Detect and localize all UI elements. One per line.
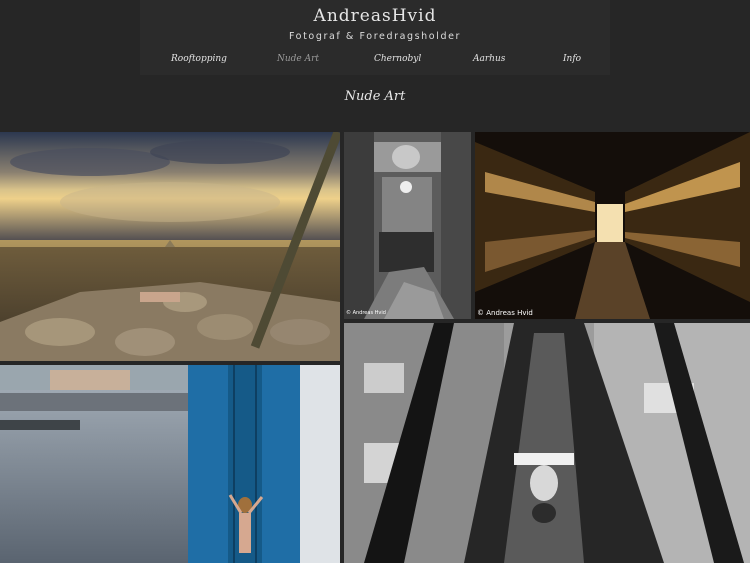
nav-item-info[interactable]: Info xyxy=(563,54,581,64)
photo-watermark: © Andreas Hvid xyxy=(477,309,533,317)
photo-watermark: © Andreas Hvid xyxy=(346,310,386,316)
photo-harbor-crane[interactable] xyxy=(0,365,340,563)
photo-abandoned-building-image xyxy=(344,132,471,319)
site-subtitle: Fotograf & Foredragsholder xyxy=(288,31,462,42)
page-heading: Nude Art xyxy=(344,89,406,104)
photo-crane-top[interactable] xyxy=(344,323,750,563)
photo-gallery: © Andreas Hvid © Andreas Hvid xyxy=(0,132,750,563)
nav-item-nude-art[interactable]: Nude Art xyxy=(277,54,319,64)
photo-crane-top-image xyxy=(344,323,750,563)
photo-pyramid[interactable] xyxy=(0,132,340,361)
photo-tunnel[interactable]: © Andreas Hvid xyxy=(475,132,750,319)
nav-item-chernobyl[interactable]: Chernobyl xyxy=(374,54,421,64)
photo-harbor-crane-image xyxy=(0,365,340,563)
nav-item-aarhus[interactable]: Aarhus xyxy=(473,54,505,64)
photo-pyramid-image xyxy=(0,132,340,361)
photo-tunnel-image xyxy=(475,132,750,319)
site-header: AndreasHvid Fotograf & Foredragsholder R… xyxy=(0,0,750,132)
nav-item-rooftopping[interactable]: Rooftopping xyxy=(171,54,227,64)
site-title[interactable]: AndreasHvid xyxy=(0,6,750,26)
photo-abandoned-building[interactable]: © Andreas Hvid xyxy=(344,132,471,319)
